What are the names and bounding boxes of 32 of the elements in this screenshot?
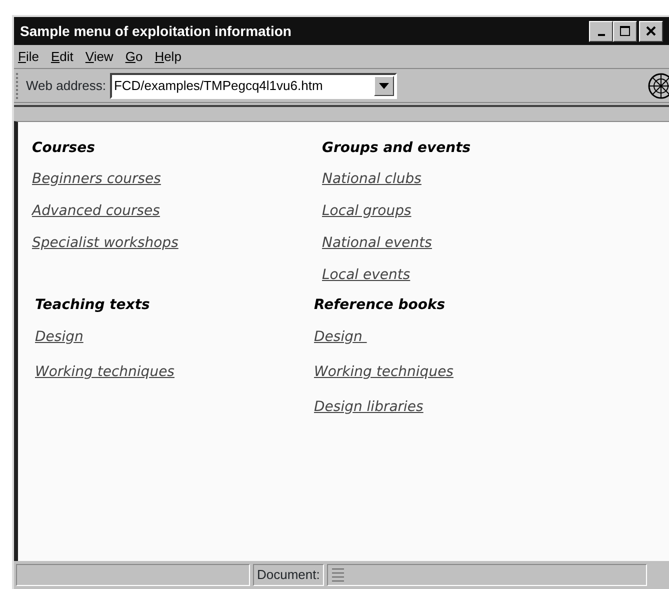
menu-item[interactable]: Edit xyxy=(50,46,74,66)
window-title: Sample menu of exploitation information xyxy=(20,22,292,41)
section-heading: Reference books xyxy=(314,296,446,314)
address-label: Web address: xyxy=(26,76,106,95)
maximize-icon xyxy=(619,25,631,37)
address-field[interactable]: FCD/examples/TMPegcq4l1vu6.htm xyxy=(110,72,397,98)
lines-icon xyxy=(330,566,345,584)
close-icon xyxy=(645,25,657,37)
link[interactable]: Local groups xyxy=(322,194,622,227)
minimize-button[interactable] xyxy=(589,20,613,42)
link[interactable]: National clubs xyxy=(322,162,622,195)
link[interactable]: National events xyxy=(322,226,622,259)
menu-item[interactable]: Go xyxy=(125,46,143,66)
link[interactable]: Advanced courses xyxy=(32,194,322,227)
minimize-icon xyxy=(598,34,604,36)
maximize-button[interactable] xyxy=(613,20,637,42)
menu-item[interactable]: Help xyxy=(154,46,182,66)
dropdown-button[interactable] xyxy=(374,76,394,96)
close-button[interactable] xyxy=(639,20,663,42)
menu-item[interactable]: File xyxy=(18,46,39,66)
section-heading: Courses xyxy=(32,140,96,157)
link[interactable]: Working techniques xyxy=(314,354,622,390)
section-heading: Groups and events xyxy=(322,140,472,157)
caret-icon xyxy=(378,82,389,88)
link[interactable]: Specialist workshops xyxy=(32,226,322,259)
globe-icon[interactable] xyxy=(647,72,669,100)
link[interactable]: Beginners courses xyxy=(32,162,322,195)
document-label: Document: xyxy=(253,564,324,586)
link[interactable]: Local events xyxy=(322,258,622,291)
menu-item[interactable]: View xyxy=(85,46,114,66)
link[interactable]: Design libraries xyxy=(314,390,622,425)
link[interactable]: Design xyxy=(314,320,622,355)
